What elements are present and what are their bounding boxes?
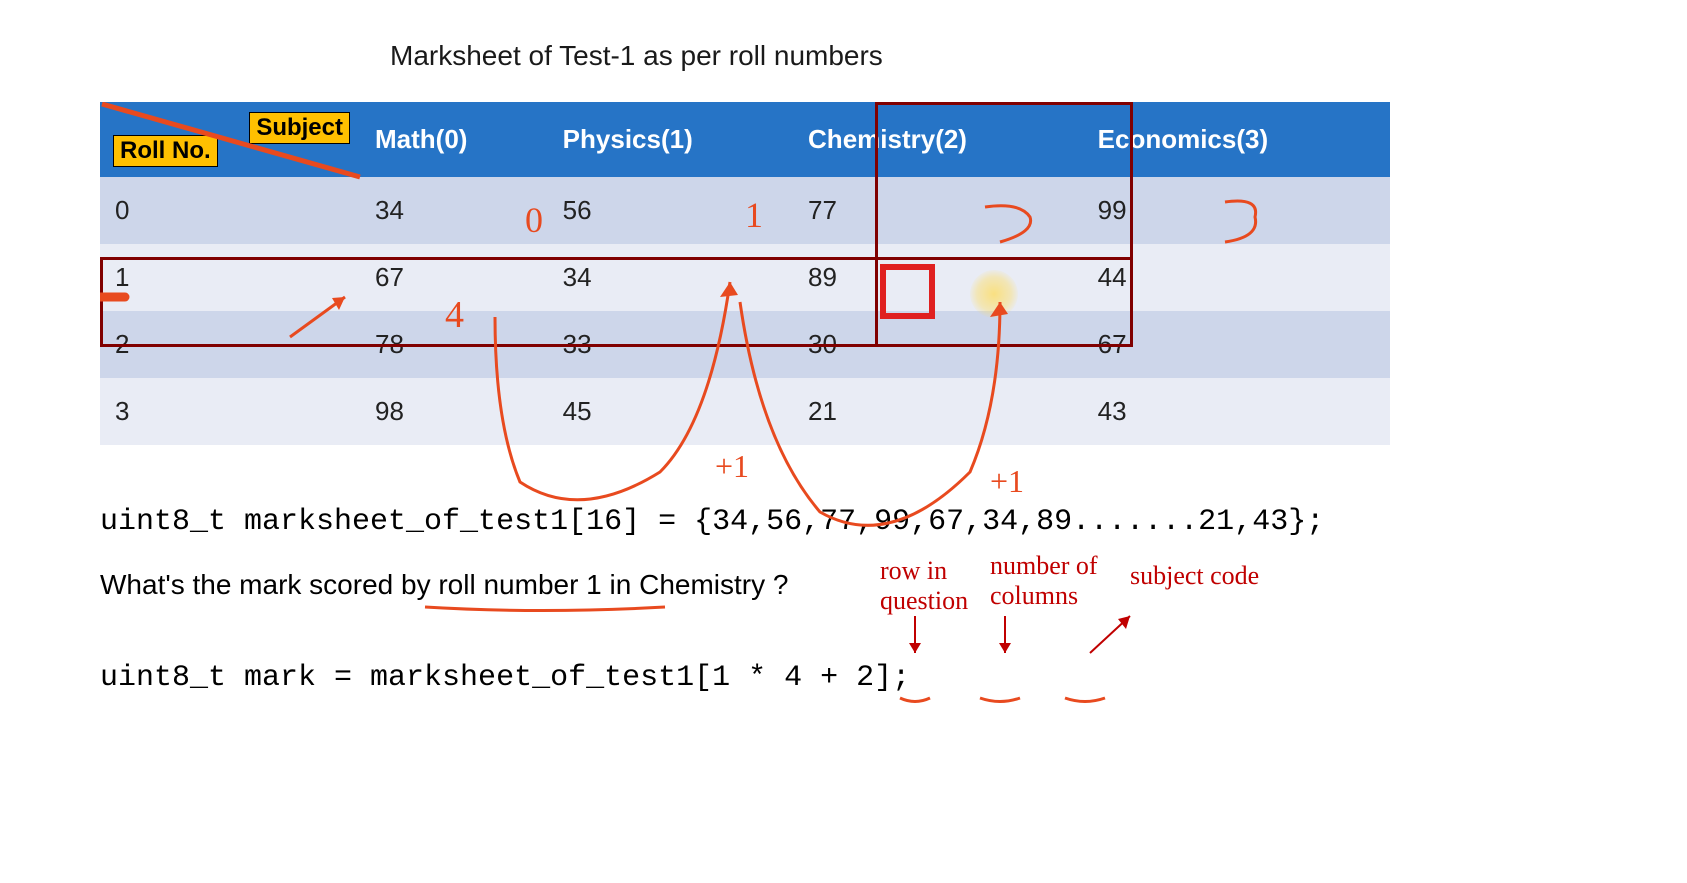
data-cell: 99 (1083, 177, 1390, 244)
table-row: 1 67 34 89 44 (100, 244, 1390, 311)
data-cell: 30 (793, 311, 1083, 378)
data-cell: 67 (360, 244, 548, 311)
label-row: row inquestion (880, 556, 968, 616)
table-row: 0 34 56 77 99 (100, 177, 1390, 244)
data-cell: 44 (1083, 244, 1390, 311)
roll-cell: 1 (100, 244, 360, 311)
data-cell: 89 (793, 244, 1083, 311)
header-physics: Physics(1) (548, 102, 793, 177)
header-chemistry: Chemistry(2) (793, 102, 1083, 177)
table-wrapper: Subject Roll No. Math(0) Physics(1) Chem… (100, 102, 1607, 445)
data-cell: 34 (548, 244, 793, 311)
data-cell: 77 (793, 177, 1083, 244)
subject-label: Subject (249, 112, 350, 144)
data-cell: 45 (548, 378, 793, 445)
data-cell: 43 (1083, 378, 1390, 445)
code-section: uint8_t marksheet_of_test1[16] = {34,56,… (100, 505, 1607, 695)
data-cell: 21 (793, 378, 1083, 445)
header-economics: Economics(3) (1083, 102, 1390, 177)
roll-label: Roll No. (113, 135, 218, 167)
label-subject: subject code (1130, 561, 1259, 591)
roll-cell: 2 (100, 311, 360, 378)
data-cell: 67 (1083, 311, 1390, 378)
formula-underlines (100, 693, 1300, 723)
roll-cell: 3 (100, 378, 360, 445)
data-cell: 78 (360, 311, 548, 378)
plus-one-a: +1 (715, 448, 749, 484)
label-columns: number ofcolumns (990, 551, 1098, 611)
table-header-row: Subject Roll No. Math(0) Physics(1) Chem… (100, 102, 1390, 177)
code-declaration: uint8_t marksheet_of_test1[16] = {34,56,… (100, 505, 1607, 539)
formula-row: row inquestion number ofcolumns subject … (100, 661, 1607, 695)
table-row: 2 78 33 30 67 (100, 311, 1390, 378)
corner-header: Subject Roll No. (100, 102, 360, 177)
header-math: Math(0) (360, 102, 548, 177)
data-cell: 98 (360, 378, 548, 445)
roll-cell: 0 (100, 177, 360, 244)
question-content: What's the mark scored by roll number 1 … (100, 569, 788, 600)
code-formula: uint8_t mark = marksheet_of_test1[1 * 4 … (100, 661, 1607, 695)
table-row: 3 98 45 21 43 (100, 378, 1390, 445)
page-title: Marksheet of Test-1 as per roll numbers (390, 40, 1607, 72)
data-cell: 56 (548, 177, 793, 244)
question-text: What's the mark scored by roll number 1 … (100, 569, 1607, 601)
plus-one-b: +1 (990, 463, 1024, 499)
marksheet-table: Subject Roll No. Math(0) Physics(1) Chem… (100, 102, 1390, 445)
data-cell: 34 (360, 177, 548, 244)
data-cell: 33 (548, 311, 793, 378)
